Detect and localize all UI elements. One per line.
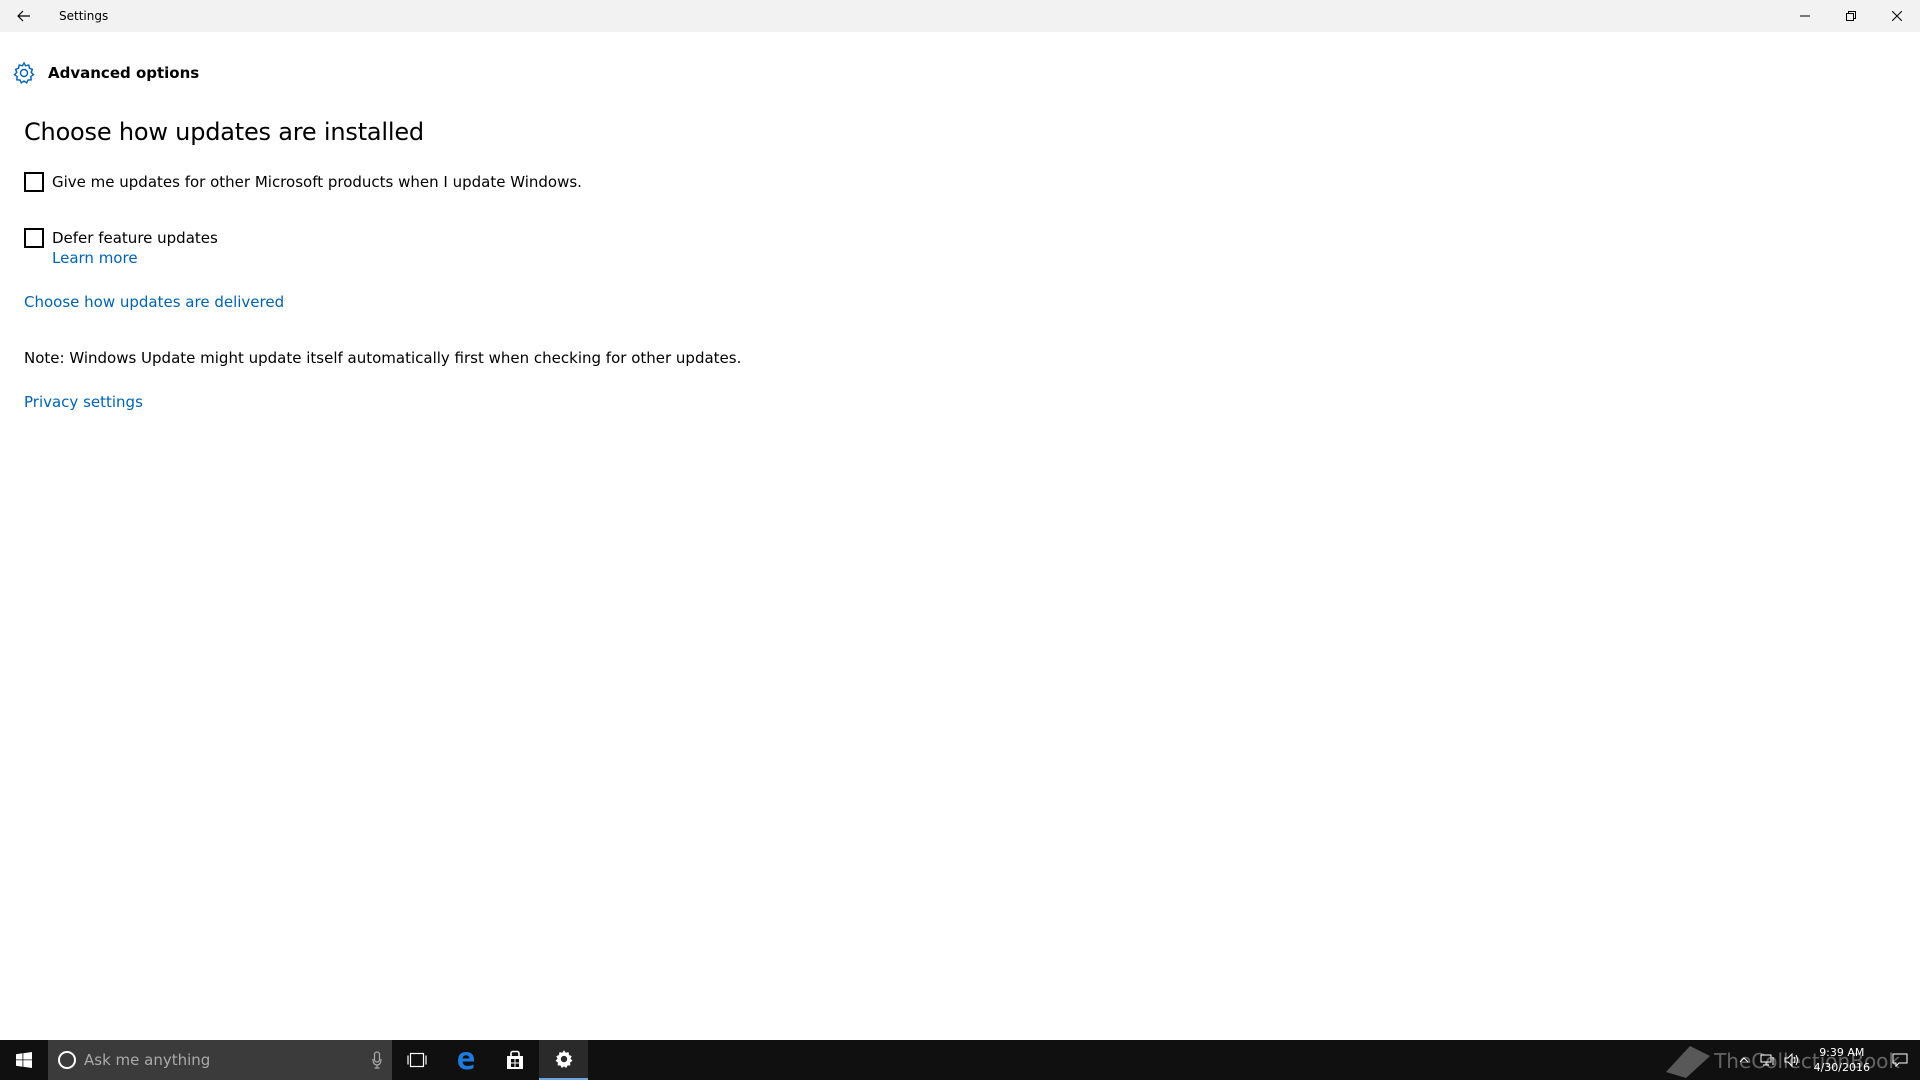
option-defer-feature-updates[interactable]: Defer feature updates [24, 228, 218, 248]
checkbox-label: Give me updates for other Microsoft prod… [52, 173, 582, 191]
minimize-icon [1800, 15, 1810, 17]
window-title: Settings [59, 9, 109, 23]
checkbox-other-products[interactable] [24, 172, 44, 192]
store-button[interactable] [490, 1040, 539, 1080]
windows-logo-icon [16, 1052, 32, 1068]
checkbox-defer-feature-updates[interactable] [24, 228, 44, 248]
window-controls [1782, 0, 1920, 32]
gear-icon [555, 1050, 572, 1068]
settings-taskbar-button[interactable] [539, 1040, 588, 1080]
close-icon [1892, 11, 1902, 21]
option-other-products[interactable]: Give me updates for other Microsoft prod… [24, 172, 582, 192]
start-button[interactable] [0, 1040, 48, 1080]
watermark-text: TheCollectionBook [1714, 1049, 1900, 1073]
back-button[interactable] [0, 0, 48, 32]
learn-more-link[interactable]: Learn more [52, 249, 138, 267]
note-text: Note: Windows Update might update itself… [24, 349, 742, 367]
watermark: TheCollectionBook [1662, 1042, 1900, 1080]
search-box[interactable]: Ask me anything [48, 1040, 392, 1080]
edge-browser-button[interactable] [441, 1040, 490, 1080]
gear-icon [13, 61, 35, 84]
system-tray: TheCollectionBook 9:39 AM 4/30/2016 [1666, 1040, 1920, 1080]
task-view-button[interactable] [392, 1040, 441, 1080]
minimize-button[interactable] [1782, 0, 1828, 32]
title-bar: Settings [0, 0, 1920, 32]
back-arrow-icon [17, 10, 30, 22]
privacy-settings-link[interactable]: Privacy settings [24, 393, 143, 411]
page-title: Advanced options [48, 64, 200, 82]
page-header: Advanced options [12, 60, 199, 86]
microphone-icon[interactable] [372, 1051, 382, 1069]
taskbar: Ask me anything TheCollectionBook 9:39 A… [0, 1040, 1920, 1080]
delivery-options-link[interactable]: Choose how updates are delivered [24, 293, 284, 311]
edge-icon [457, 1052, 474, 1070]
restore-button[interactable] [1828, 0, 1874, 32]
close-button[interactable] [1874, 0, 1920, 32]
task-view-icon [406, 1052, 427, 1068]
checkbox-label: Defer feature updates [52, 229, 218, 247]
book-logo-icon [1666, 1046, 1711, 1078]
search-placeholder: Ask me anything [84, 1051, 211, 1069]
restore-icon [1846, 11, 1856, 21]
section-title: Choose how updates are installed [24, 118, 424, 146]
store-icon [506, 1050, 523, 1069]
cortana-icon [58, 1051, 76, 1069]
